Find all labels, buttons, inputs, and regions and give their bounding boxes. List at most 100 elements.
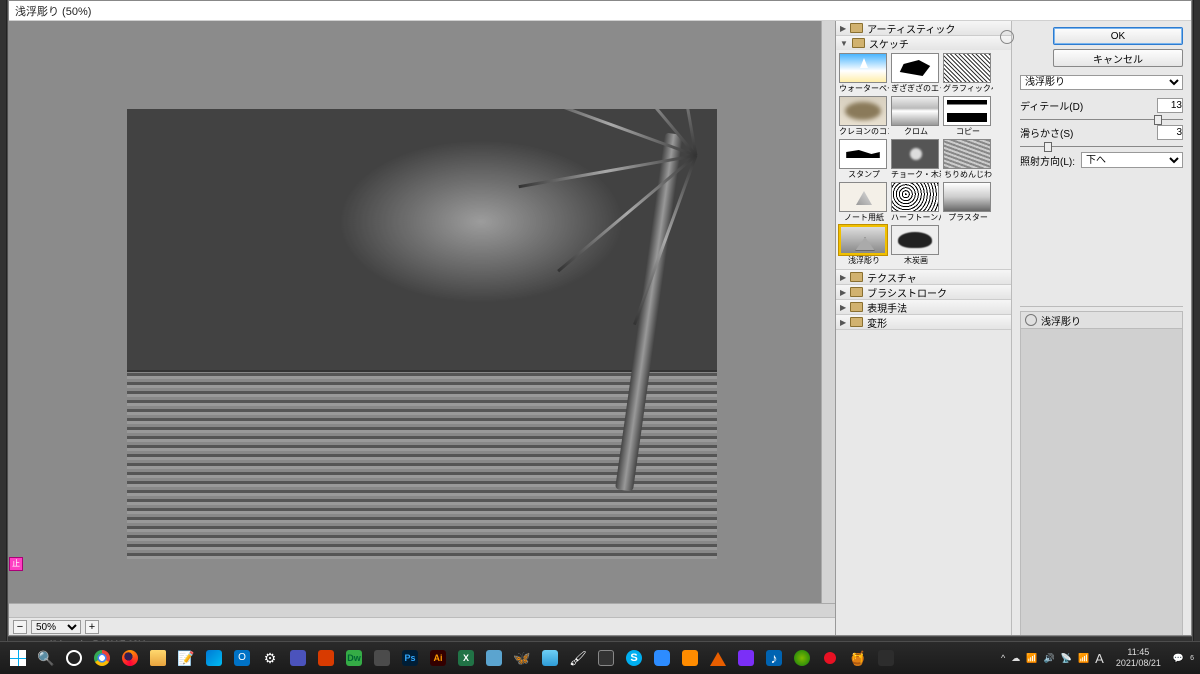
thumb-chalk-charcoal[interactable]: チョーク・木炭画 (891, 139, 941, 180)
thumb-plaster[interactable]: プラスター (943, 182, 993, 223)
param-smoothness: 滑らかさ(S) (1020, 125, 1183, 140)
detail-input[interactable] (1157, 98, 1183, 113)
photoshop-icon[interactable]: Ps (398, 646, 422, 670)
preview-canvas[interactable] (9, 21, 835, 617)
dialog-body: 止 − 50% + ▶ アーティスティック ▼ (9, 21, 1191, 635)
tray-wifi-icon[interactable]: 📶 (1078, 653, 1089, 664)
thumb-halftone-pattern[interactable]: ハーフトーンパターン (891, 182, 941, 223)
category-stylize-header[interactable]: ▶ 表現手法 (836, 300, 1011, 314)
thumb-graphic-pen[interactable]: グラフィックペン (943, 53, 993, 94)
category-label: 表現手法 (867, 300, 907, 315)
record-icon[interactable] (818, 646, 842, 670)
dialog-title: 浅浮彫り (50%) (15, 3, 91, 19)
excel-icon[interactable]: X (454, 646, 478, 670)
thumb-photocopy[interactable]: コピー (943, 96, 993, 137)
explorer-icon[interactable] (146, 646, 170, 670)
filter-category-panel: ▶ アーティスティック ▼ スケッチ ウォーターペーパ ぎざぎざのエッジ グラフ… (835, 21, 1011, 635)
preview-scrollbar-horizontal[interactable] (9, 603, 835, 617)
skype-icon[interactable]: S (622, 646, 646, 670)
smoothness-input[interactable] (1157, 125, 1183, 140)
thumb-charcoal[interactable]: 木炭画 (891, 225, 941, 266)
category-stylize: ▶ 表現手法 (836, 300, 1011, 315)
expand-icon: ▶ (840, 273, 846, 282)
illustrator-icon[interactable]: Ai (426, 646, 450, 670)
settings-icon[interactable]: ⚙ (258, 646, 282, 670)
brush-icon[interactable]: 🖌 (566, 646, 590, 670)
outlook-icon[interactable]: O (230, 646, 254, 670)
thumb-torn-edges[interactable]: ぎざぎざのエッジ (891, 53, 941, 94)
firefox-icon[interactable] (118, 646, 142, 670)
cortana-icon[interactable] (62, 646, 86, 670)
zoom-out-button[interactable]: − (13, 620, 27, 634)
stop-badge: 止 (9, 557, 23, 571)
sublime-icon[interactable] (370, 646, 394, 670)
thumb-conte-crayon[interactable]: クレヨンのコンテ画 (839, 96, 889, 137)
app-icon-4[interactable]: 🍯 (846, 646, 870, 670)
category-texture: ▶ テクスチャ (836, 270, 1011, 285)
category-label: 変形 (867, 315, 887, 330)
app-icon-purple[interactable] (734, 646, 758, 670)
cancel-button[interactable]: キャンセル (1053, 49, 1183, 67)
ok-button[interactable]: OK (1053, 27, 1183, 45)
notification-icon[interactable]: 💬 (1173, 653, 1184, 664)
app-icon-1[interactable] (314, 646, 338, 670)
category-texture-header[interactable]: ▶ テクスチャ (836, 270, 1011, 284)
folder-icon (852, 38, 865, 48)
effect-layer-name: 浅浮彫り (1041, 313, 1081, 328)
thumb-water-paper[interactable]: ウォーターペーパ (839, 53, 889, 94)
zoom-icon[interactable] (650, 646, 674, 670)
filter-name-select[interactable]: 浅浮彫り (1020, 75, 1183, 90)
tray-bluetooth-icon[interactable]: 📶 (1026, 653, 1037, 664)
music-icon[interactable]: ♪ (762, 646, 786, 670)
tray-ime-icon[interactable]: A (1095, 651, 1104, 666)
app-icon-3[interactable] (538, 646, 562, 670)
tray-network-icon[interactable]: 📡 (1061, 653, 1072, 664)
photos-icon[interactable] (202, 646, 226, 670)
category-sketch-header[interactable]: ▼ スケッチ (836, 36, 1011, 50)
thumb-stamp[interactable]: スタンプ (839, 139, 889, 180)
app-icon-2[interactable] (482, 646, 506, 670)
preview-footer: − 50% + (9, 617, 835, 635)
effect-layers-panel: 浅浮彫り ▣ 🗑 (1020, 306, 1183, 635)
category-artistic-header[interactable]: ▶ アーティスティック (836, 21, 1011, 35)
start-button[interactable] (6, 646, 30, 670)
detail-label: ディテール(D) (1020, 98, 1083, 113)
tray-chevron-icon[interactable]: ^ (1001, 653, 1005, 663)
media-icon[interactable] (678, 646, 702, 670)
thumb-bas-relief[interactable]: 浅浮彫り (839, 225, 889, 266)
preview-image (127, 109, 717, 559)
category-distort-header[interactable]: ▶ 変形 (836, 315, 1011, 329)
app-icon-green[interactable] (790, 646, 814, 670)
vlc-icon[interactable] (706, 646, 730, 670)
light-direction-select[interactable]: 下へ (1081, 152, 1183, 168)
thumb-note-paper[interactable]: ノート用紙 (839, 182, 889, 223)
tray-onedrive-icon[interactable]: ☁ (1011, 653, 1020, 664)
category-distort: ▶ 変形 (836, 315, 1011, 330)
thumb-chrome[interactable]: クロム (891, 96, 941, 137)
thumb-reticulation[interactable]: ちりめんじわ (943, 139, 993, 180)
chrome-icon[interactable] (90, 646, 114, 670)
search-icon[interactable]: 🔍 (34, 646, 58, 670)
terminal-icon[interactable] (874, 646, 898, 670)
irfanview-icon[interactable] (594, 646, 618, 670)
butterfly-icon[interactable]: 🦋 (510, 646, 534, 670)
taskbar-clock[interactable]: 11:45 2021/08/21 (1116, 647, 1161, 669)
dreamweaver-icon[interactable]: Dw (342, 646, 366, 670)
category-brushstroke-header[interactable]: ▶ ブラシストローク (836, 285, 1011, 299)
teams-icon[interactable] (286, 646, 310, 670)
category-label: スケッチ (869, 36, 909, 51)
effect-layer-row[interactable]: 浅浮彫り (1020, 311, 1183, 329)
notepad-icon[interactable]: 📝 (174, 646, 198, 670)
zoom-in-button[interactable]: + (85, 620, 99, 634)
folder-icon (850, 23, 863, 33)
category-artistic: ▶ アーティスティック (836, 21, 1011, 36)
visibility-icon[interactable] (1025, 314, 1037, 326)
preview-scrollbar-vertical[interactable] (821, 21, 835, 603)
tray-volume-icon[interactable]: 🔊 (1044, 653, 1055, 664)
zoom-select[interactable]: 50% (31, 620, 81, 634)
clock-time: 11:45 (1116, 647, 1161, 658)
status-text: ドキュメ：7.03M/7.03M (48, 639, 146, 641)
folder-icon (850, 317, 863, 327)
category-label: テクスチャ (867, 270, 917, 285)
system-tray: ^ ☁ 📶 🔊 📡 📶 A 11:45 2021/08/21 💬 6 (1001, 647, 1194, 669)
